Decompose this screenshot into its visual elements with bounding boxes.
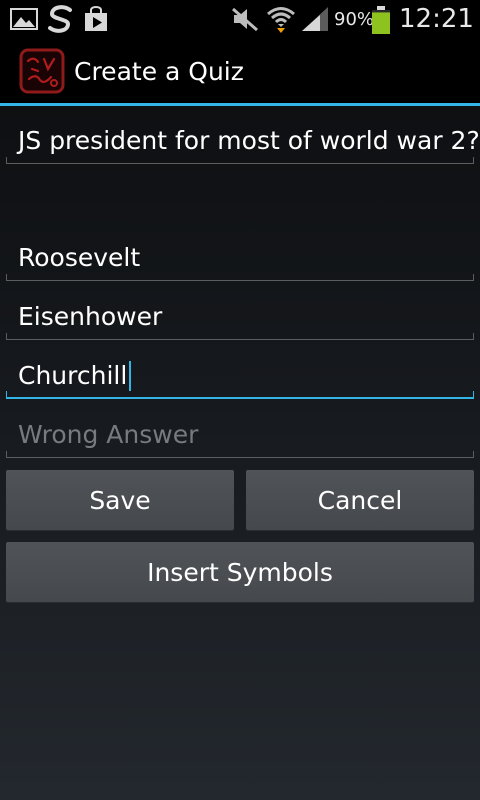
answer-text-2: Eisenhower: [18, 302, 163, 331]
text-cursor: [129, 361, 132, 391]
sync-icon: [48, 5, 72, 33]
screen-title: Create a Quiz: [74, 57, 244, 86]
signal-icon: [302, 7, 328, 31]
answer-text-1: Roosevelt: [18, 243, 141, 272]
question-underline: [6, 157, 474, 164]
play-store-icon: [85, 6, 107, 31]
clock: 12:21: [399, 4, 474, 34]
wrong-answer-underline: [6, 451, 474, 458]
status-bar: 90% 12:21: [0, 0, 480, 38]
app-logo-icon[interactable]: [18, 47, 66, 95]
action-bar: Create a Quiz: [0, 38, 480, 106]
answer-underline-1: [6, 274, 474, 281]
answer-underline-3: [6, 391, 474, 399]
save-button[interactable]: Save: [6, 470, 234, 530]
wrong-answer-field[interactable]: Wrong Answer: [6, 410, 474, 458]
question-field[interactable]: JS president for most of world war 2?: [6, 116, 480, 164]
mute-icon: [232, 7, 258, 32]
wrong-answer-placeholder: Wrong Answer: [18, 420, 199, 449]
battery-percent: 90%: [334, 9, 375, 30]
insert-symbols-button[interactable]: Insert Symbols: [6, 542, 474, 602]
answer-field-2[interactable]: Eisenhower: [6, 292, 474, 340]
gallery-icon: [10, 8, 38, 30]
question-text: JS president for most of world war 2?: [18, 126, 480, 155]
answer-field-1[interactable]: Roosevelt: [6, 233, 474, 281]
wifi-icon: [267, 7, 295, 33]
answer-text-3-wrapper: Churchill: [18, 361, 132, 391]
battery-icon: [372, 6, 390, 34]
answer-text-3: Churchill: [18, 361, 128, 390]
cancel-button[interactable]: Cancel: [246, 470, 474, 530]
action-bar-divider: [0, 103, 480, 106]
answer-underline-2: [6, 333, 474, 340]
answer-field-3[interactable]: Churchill: [6, 351, 474, 399]
